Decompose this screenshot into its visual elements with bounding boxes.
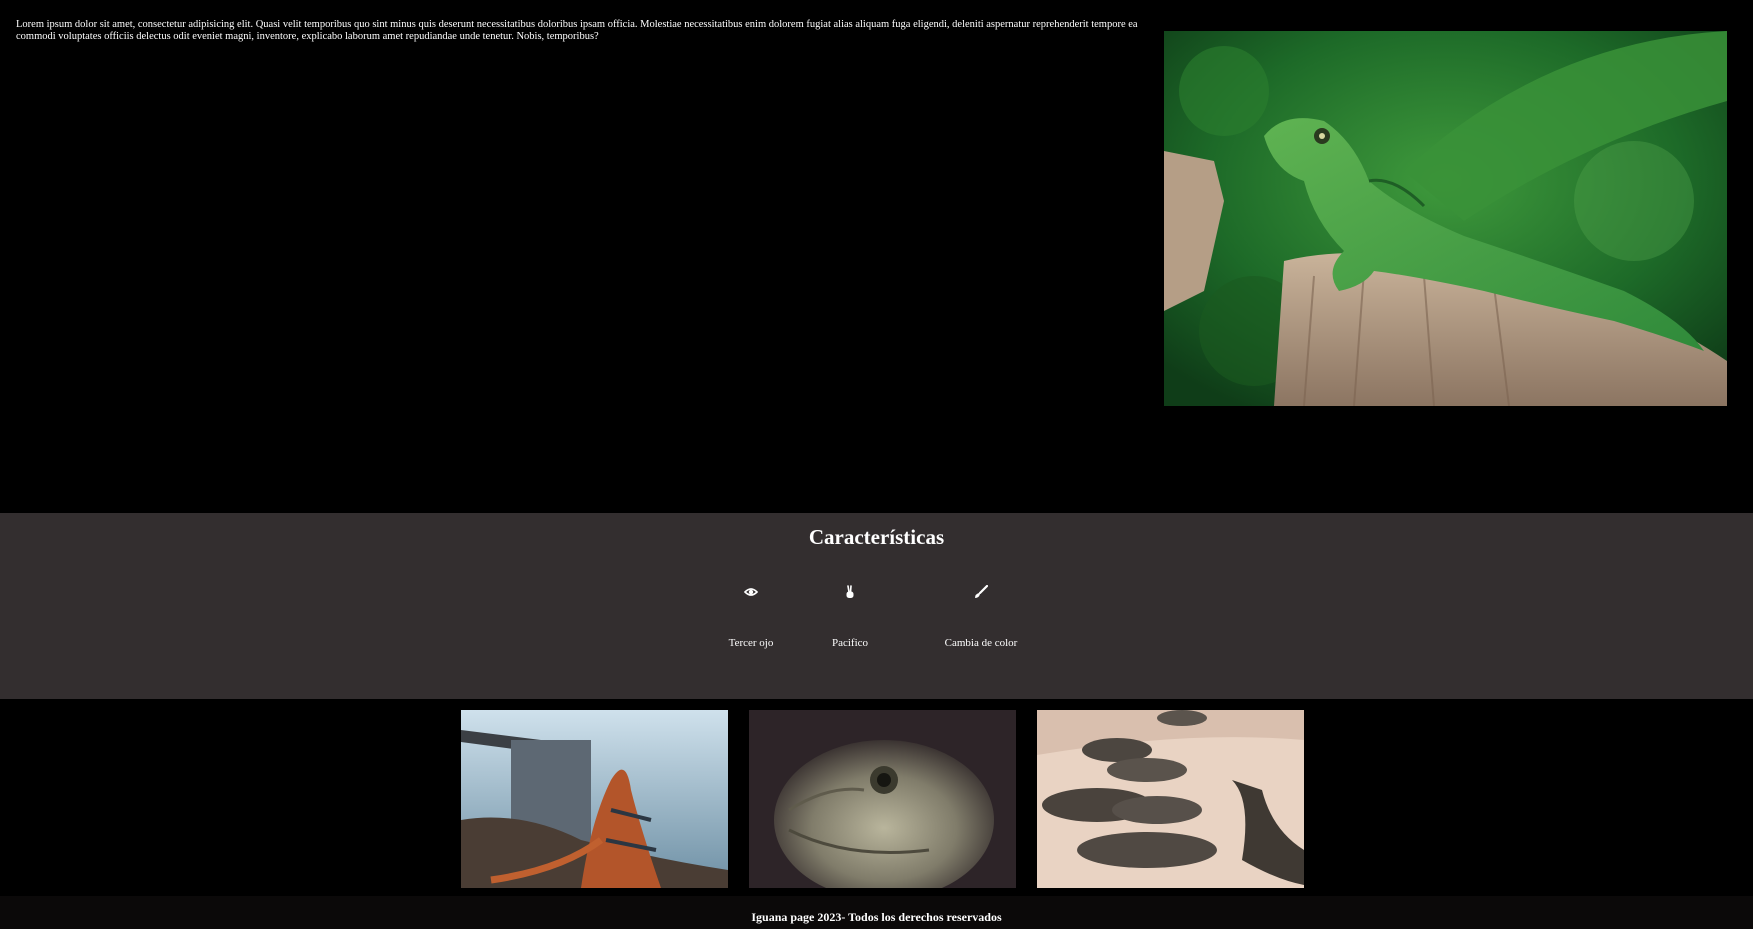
feature-label: Pacifico: [831, 637, 869, 649]
paintbrush-icon: [940, 584, 1022, 601]
gallery-section: [0, 710, 1753, 888]
hero-paragraph: Lorem ipsum dolor sit amet, consectetur …: [16, 19, 1138, 42]
hero-iguana-image: [1164, 31, 1727, 406]
peace-hand-icon: [828, 585, 872, 601]
features-title: Características: [808, 525, 945, 549]
gallery-image-iguana-rocks: [461, 710, 728, 888]
feature-cambia-de-color: Cambia de color: [940, 584, 1022, 649]
feature-pacifico: Pacifico: [828, 585, 872, 649]
gallery-image-iguanas-beach: [1037, 710, 1304, 888]
gallery-image-iguana-face: [749, 710, 1016, 888]
footer-copyright: Iguana page 2023- Todos los derechos res…: [751, 910, 1002, 924]
feature-label: Cambia de color: [944, 637, 1018, 649]
eye-icon: [728, 585, 774, 601]
hero-section: Lorem ipsum dolor sit amet, consectetur …: [0, 0, 1753, 513]
footer: Iguana page 2023- Todos los derechos res…: [0, 896, 1753, 929]
feature-label: Tercer ojo: [728, 637, 774, 649]
feature-tercer-ojo: Tercer ojo: [728, 585, 774, 649]
features-section: Características Tercer ojo Pacifico Camb…: [0, 513, 1753, 699]
